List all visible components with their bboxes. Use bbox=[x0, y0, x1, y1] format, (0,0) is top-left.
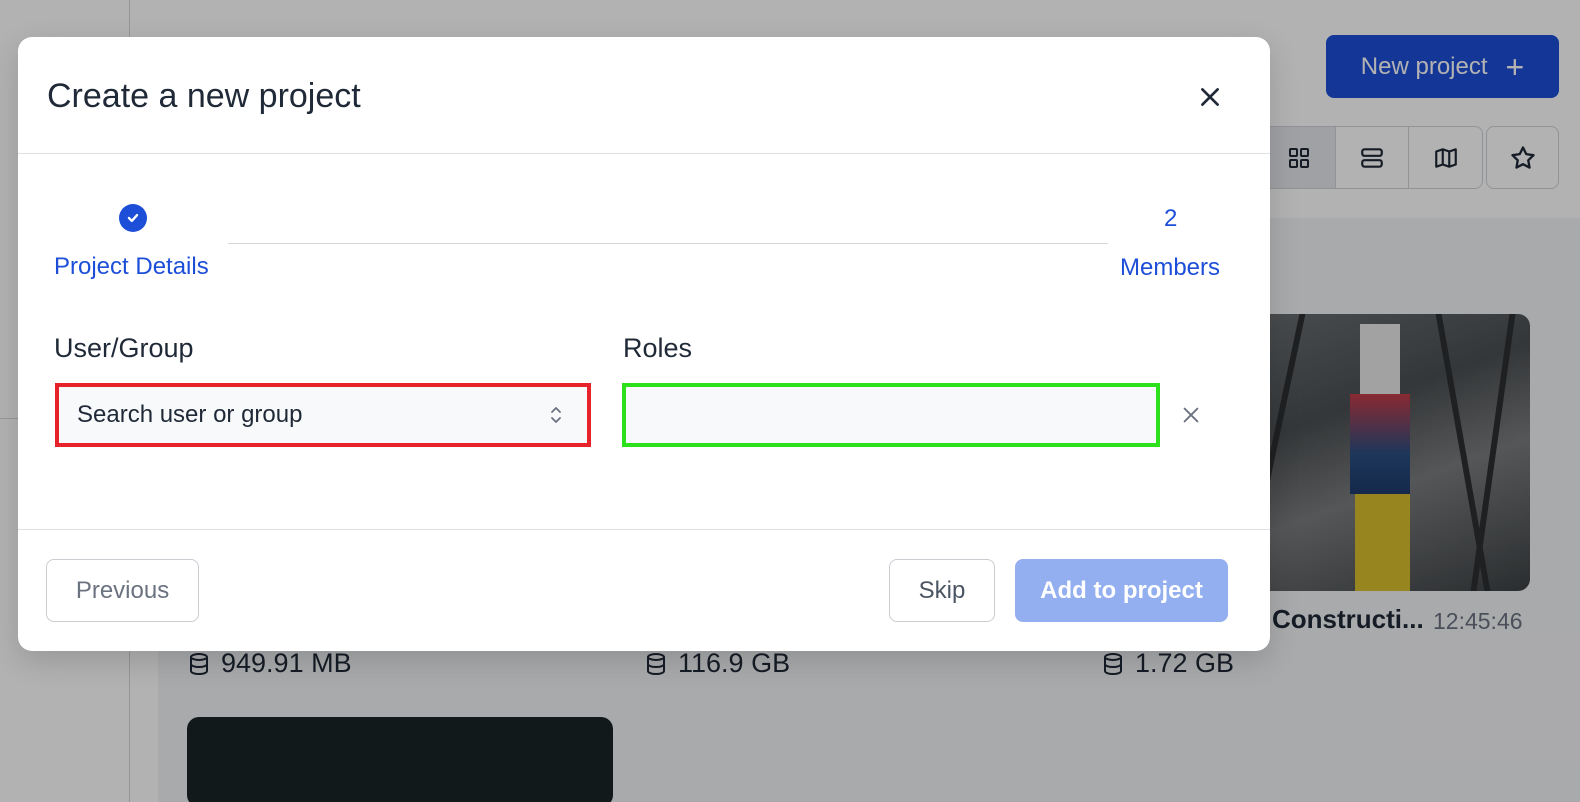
remove-icon bbox=[1183, 407, 1199, 423]
stepper-connector bbox=[228, 243, 1108, 244]
step-number-members: 2 bbox=[1164, 205, 1178, 232]
add-to-project-button[interactable]: Add to project bbox=[1015, 559, 1228, 622]
step-completed-indicator bbox=[119, 204, 147, 232]
roles-select[interactable] bbox=[622, 383, 1160, 447]
close-button[interactable] bbox=[1190, 77, 1230, 117]
close-icon bbox=[1201, 88, 1219, 106]
dialog-footer: Previous Skip Add to project bbox=[18, 529, 1270, 651]
user-group-label: User/Group bbox=[54, 333, 194, 363]
roles-label: Roles bbox=[623, 333, 693, 363]
dialog-title: Create a new project bbox=[47, 77, 361, 115]
remove-member-row-button[interactable] bbox=[1176, 400, 1206, 430]
create-project-dialog: Create a new project Project Details 2 M… bbox=[18, 37, 1270, 651]
skip-button[interactable]: Skip bbox=[889, 559, 995, 622]
step-project-details[interactable]: Project Details bbox=[54, 253, 209, 281]
step-members[interactable]: Members bbox=[1120, 254, 1220, 282]
previous-button[interactable]: Previous bbox=[46, 559, 199, 622]
user-group-placeholder: Search user or group bbox=[77, 401, 303, 428]
check-icon bbox=[127, 213, 139, 223]
chevron-updown-icon bbox=[551, 407, 561, 423]
user-group-select[interactable]: Search user or group bbox=[55, 383, 591, 447]
dialog-header: Create a new project bbox=[18, 37, 1270, 154]
